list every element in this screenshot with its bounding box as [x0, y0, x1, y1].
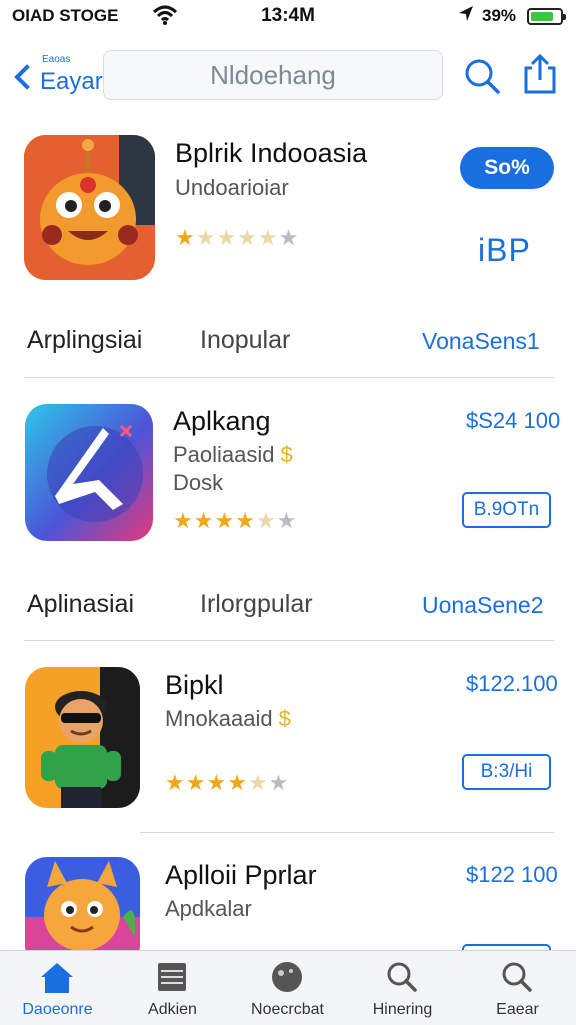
app-name-3[interactable]: Aplloii Pprlar [165, 860, 317, 891]
home-icon [37, 959, 77, 995]
tab-bar: Daoeonre Adkien Noecrcbat Hinering Eaear [0, 950, 576, 1025]
divider [24, 640, 554, 641]
star-icon: ★ [206, 770, 228, 795]
search-icon [497, 959, 537, 995]
tab-games[interactable]: Noecrcbat [230, 951, 345, 1025]
star-icon: ★ [247, 770, 269, 795]
star-icon: ★ [173, 508, 194, 533]
share-button[interactable] [520, 52, 560, 96]
chevron-left-icon [14, 64, 40, 90]
back-small-label: Eaoas [42, 54, 71, 65]
search-icon [465, 59, 500, 94]
tab-search-2[interactable]: Eaear [460, 951, 575, 1025]
star-icon: ★ [235, 508, 256, 533]
star-icon: ★ [276, 508, 298, 533]
share-icon [524, 53, 556, 94]
tab-today[interactable]: Daoeonre [0, 951, 115, 1025]
monster-icon [24, 135, 155, 280]
search-button[interactable] [462, 56, 502, 96]
battery-icon [527, 8, 566, 25]
dollar-icon: $ [278, 706, 291, 731]
app-price-1: $S24 100 [466, 408, 561, 433]
tab-label: Hinering [372, 1001, 433, 1018]
list-icon [152, 959, 192, 995]
app-buy-button-1[interactable]: B.9OTn [462, 492, 551, 528]
section-see-all-1[interactable]: VonaSens1 [422, 328, 540, 355]
nav-bar: Eaoas Eayar Nldoehang [0, 46, 576, 108]
tab-label: Adkien [148, 1001, 197, 1018]
app-price-3: $122 100 [466, 862, 558, 887]
star-icon: ★ [195, 225, 217, 250]
section-filter-2[interactable]: Irlorgpular [200, 590, 313, 619]
app-subtitle-1: Paoliaasid $ [173, 442, 293, 468]
star-icon: ★ [257, 225, 279, 250]
star-icon: ★ [237, 225, 258, 250]
featured-get-button[interactable]: So% [460, 147, 554, 189]
arrow-logo-icon [25, 404, 153, 541]
tab-search[interactable]: Hinering [345, 951, 460, 1025]
star-icon: ★ [175, 225, 196, 250]
app-subtitle-2: Mnokaaaid $ [165, 706, 291, 732]
star-icon: ★ [185, 770, 207, 795]
app-subtitle-text: Paoliaasid [173, 442, 275, 467]
tab-label: Noecrcbat [251, 1001, 324, 1018]
back-label: Eayar [40, 68, 103, 95]
games-icon [267, 959, 307, 995]
tab-apps[interactable]: Adkien [115, 951, 230, 1025]
featured-badge: iBP [478, 232, 531, 268]
app-price-2: $122.100 [466, 671, 558, 696]
tab-label: Daoeonre [22, 1001, 93, 1018]
status-bar: OIAD STOGE 13:4M 39% [0, 0, 576, 34]
app-icon-1[interactable] [25, 404, 153, 541]
divider [24, 377, 554, 378]
app-rating-1: ★★★★★★ [173, 508, 297, 534]
star-icon: ★ [268, 770, 290, 795]
star-icon: ★ [216, 225, 238, 250]
divider [140, 832, 554, 833]
app-name-2[interactable]: Bipkl [165, 670, 224, 701]
star-icon: ★ [255, 508, 277, 533]
app-rating-2: ★★★★★★ [165, 770, 289, 796]
search-icon [382, 959, 422, 995]
app-icon-featured[interactable] [24, 135, 155, 280]
featured-app-subtitle: Undoarioiar [175, 175, 289, 200]
app-category-1: Dosk [173, 470, 224, 495]
character-icon [25, 667, 140, 808]
tab-label: Eaear [496, 1001, 539, 1018]
search-input[interactable]: Nldoehang [103, 50, 443, 100]
battery-percent: 39% [482, 6, 517, 25]
app-subtitle-3: Apdkalar [165, 896, 252, 921]
star-icon: ★ [227, 770, 248, 795]
star-icon: ★ [214, 508, 236, 533]
app-name-1[interactable]: Aplkang [173, 406, 271, 437]
featured-app-name[interactable]: Bplrik Indooasia [175, 138, 367, 169]
section-filter-1[interactable]: Inopular [200, 326, 290, 355]
battery-fill [531, 12, 553, 21]
star-icon: ★ [278, 225, 300, 250]
app-icon-2[interactable] [25, 667, 140, 808]
section-title-2: Aplinasiai [27, 590, 135, 618]
section-see-all-2[interactable]: UonaSene2 [422, 592, 544, 619]
star-icon: ★ [193, 508, 215, 533]
star-icon: ★ [165, 770, 186, 795]
location-icon [458, 5, 474, 28]
dollar-icon: $ [280, 442, 293, 467]
app-subtitle-text: Mnokaaaid [165, 706, 273, 731]
featured-rating: ★★★★★★ [175, 225, 299, 251]
section-title-1: Arplingsiai [27, 326, 143, 354]
app-buy-button-2[interactable]: B:3/Hi [462, 754, 551, 790]
